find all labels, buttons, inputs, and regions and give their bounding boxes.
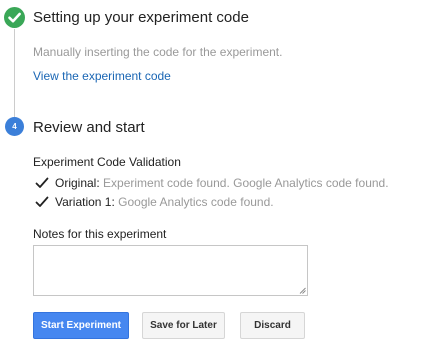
save-for-later-button[interactable]: Save for Later xyxy=(142,312,225,339)
step-title-setup: Setting up your experiment code xyxy=(33,9,249,26)
checkmark-icon xyxy=(35,196,49,207)
validation-row-text: Original: Experiment code found. Google … xyxy=(55,175,389,191)
notes-textarea[interactable] xyxy=(33,245,308,296)
step-description: Manually inserting the code for the expe… xyxy=(33,45,283,59)
validation-row-text: Variation 1: Google Analytics code found… xyxy=(55,194,274,210)
checkmark-icon xyxy=(35,177,49,188)
validation-label: Original: xyxy=(55,176,100,190)
step-connector-line xyxy=(14,29,15,117)
resize-grip-icon[interactable] xyxy=(299,287,306,294)
notes-label: Notes for this experiment xyxy=(33,227,167,241)
step-title-review: Review and start xyxy=(33,119,145,136)
validation-status: Google Analytics code found. xyxy=(118,195,274,209)
view-experiment-code-link[interactable]: View the experiment code xyxy=(33,68,171,84)
step-complete-check-icon xyxy=(4,7,25,28)
validation-status: Experiment code found. Google Analytics … xyxy=(103,176,389,190)
step-number-badge: 4 xyxy=(5,117,24,136)
validation-heading: Experiment Code Validation xyxy=(33,155,181,169)
discard-button[interactable]: Discard xyxy=(240,312,305,339)
start-experiment-button[interactable]: Start Experiment xyxy=(33,312,129,339)
validation-label: Variation 1: xyxy=(55,195,115,209)
